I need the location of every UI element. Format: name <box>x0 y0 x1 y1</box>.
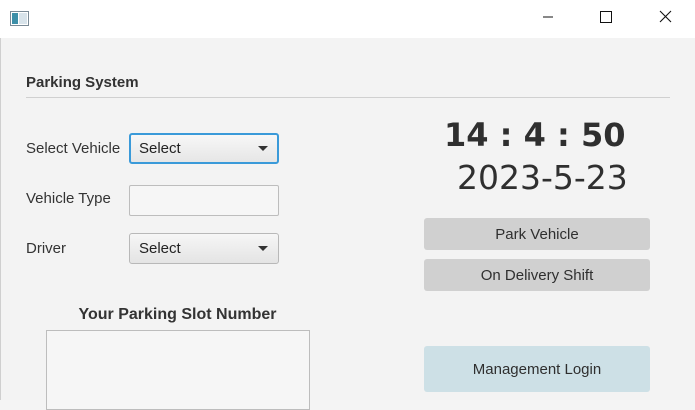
vehicle-type-field[interactable] <box>129 185 279 216</box>
clock-time: 14 : 4 : 50 <box>444 116 626 154</box>
maximize-icon <box>600 10 612 28</box>
clock-date: 2023-5-23 <box>457 158 628 197</box>
driver-label: Driver <box>26 240 66 257</box>
park-vehicle-button[interactable]: Park Vehicle <box>424 218 650 250</box>
app-window-icon <box>10 11 29 31</box>
management-login-button[interactable]: Management Login <box>424 346 650 392</box>
minimize-button[interactable] <box>525 0 571 38</box>
maximize-button[interactable] <box>583 0 629 38</box>
chevron-down-icon <box>258 246 268 251</box>
section-title: Parking System <box>26 74 139 91</box>
select-vehicle-value: Select <box>139 140 181 157</box>
separator <box>26 97 670 98</box>
parking-slot-display <box>46 330 310 410</box>
select-vehicle-label: Select Vehicle <box>26 140 121 157</box>
select-vehicle-dropdown[interactable]: Select <box>129 133 279 164</box>
main-panel: Parking System Select Vehicle Select Veh… <box>0 38 695 410</box>
parking-slot-title: Your Parking Slot Number <box>78 306 277 323</box>
title-bar <box>0 0 695 38</box>
vehicle-type-label: Vehicle Type <box>26 190 111 207</box>
on-delivery-shift-button[interactable]: On Delivery Shift <box>424 259 650 291</box>
close-button[interactable] <box>642 0 688 38</box>
driver-dropdown[interactable]: Select <box>129 233 279 264</box>
chevron-down-icon <box>258 146 268 151</box>
close-icon <box>659 10 672 28</box>
driver-value: Select <box>139 240 181 257</box>
minimize-icon <box>542 10 554 28</box>
